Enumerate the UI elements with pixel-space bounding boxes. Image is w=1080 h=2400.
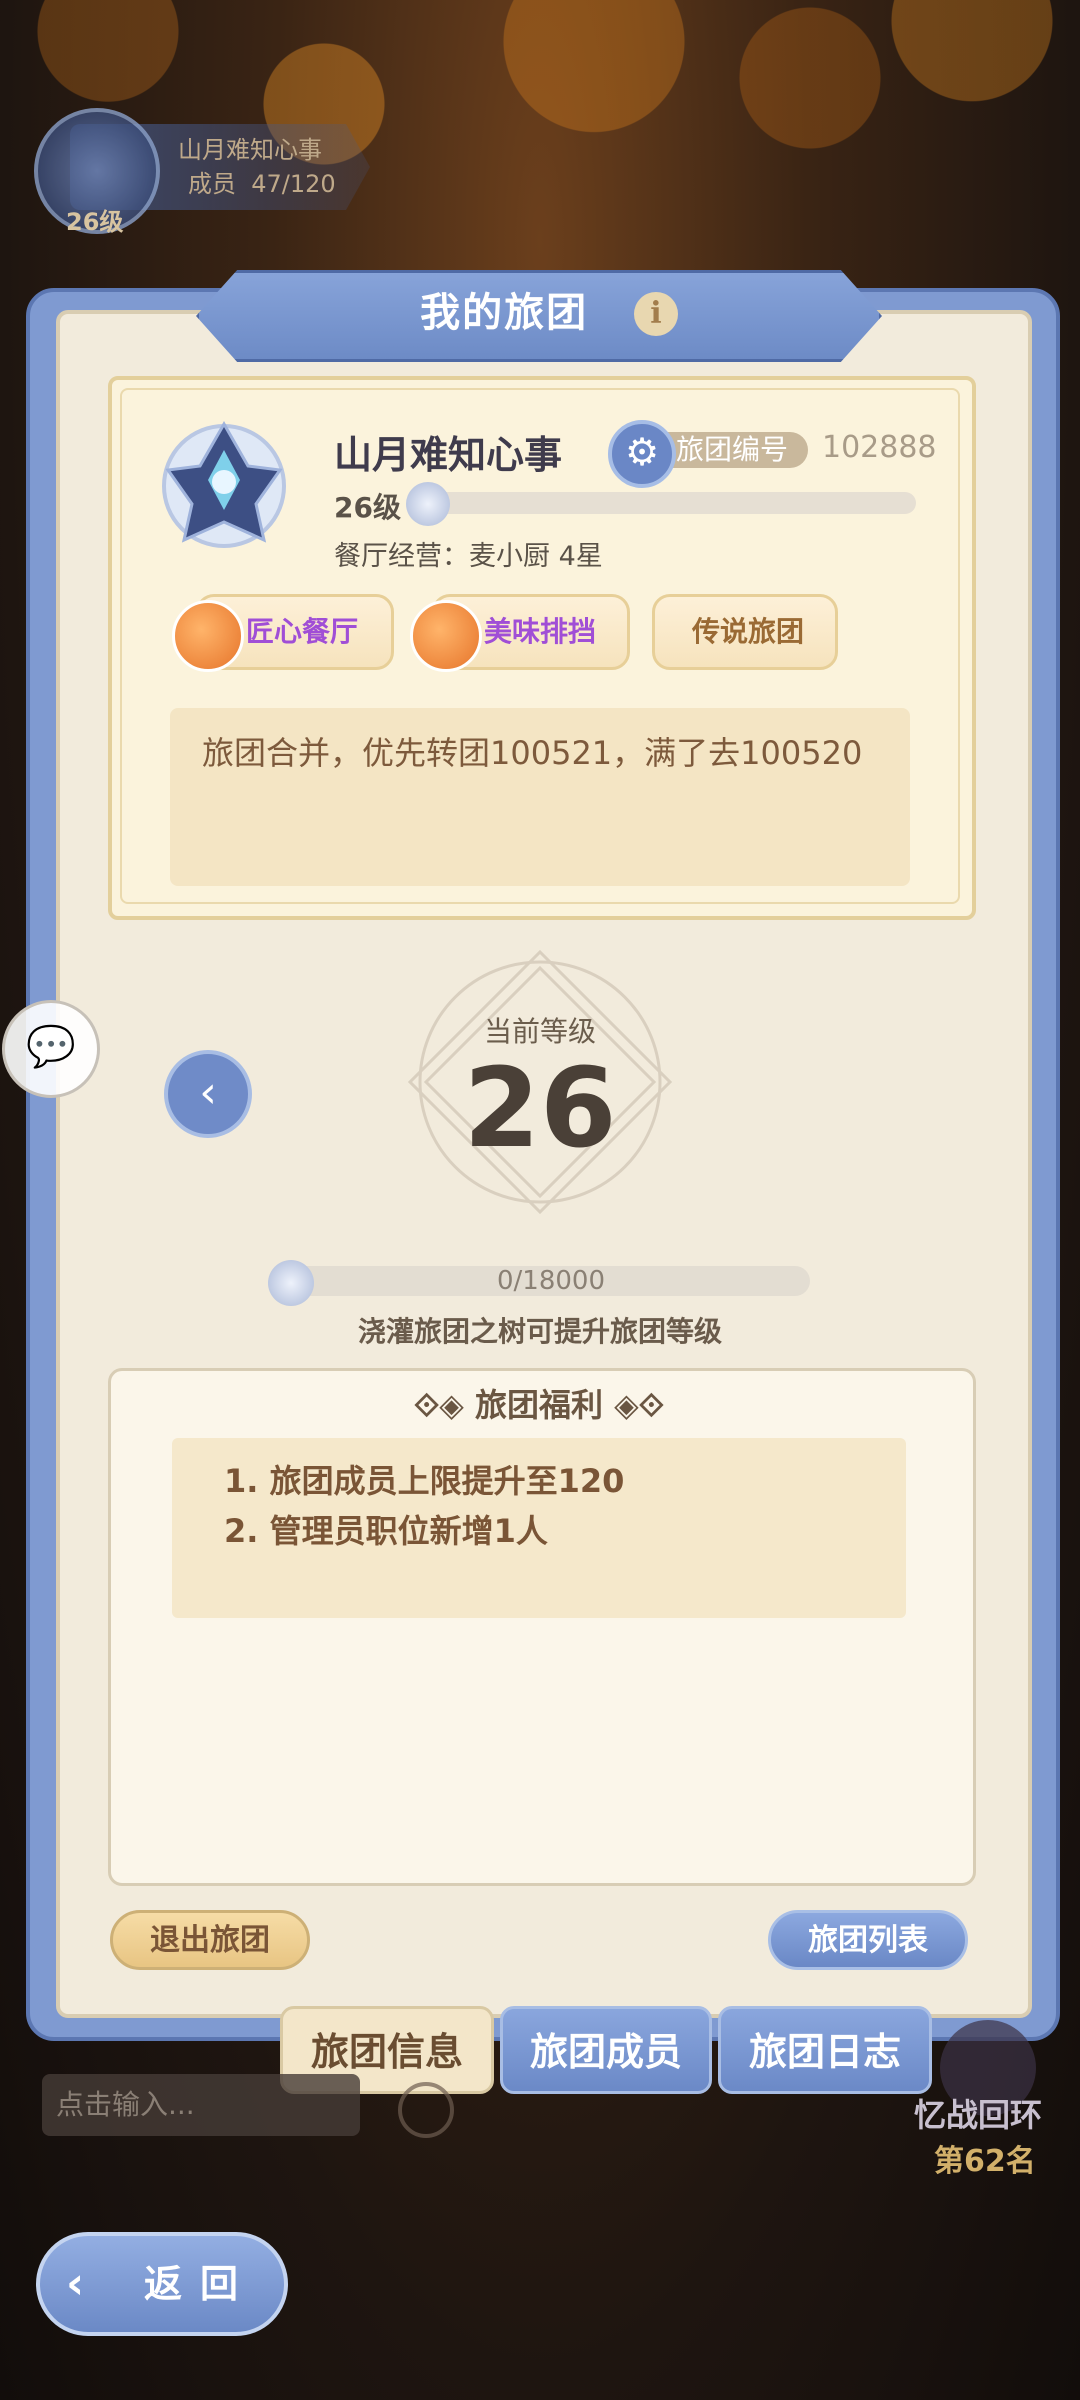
back-button[interactable]: ‹ 返回: [36, 2232, 288, 2336]
guild-level-label: 26级: [334, 491, 401, 524]
hud-members-value: 47/120: [251, 170, 336, 198]
fox-mascot-icon: [410, 600, 482, 672]
guild-level-progress: [410, 492, 916, 514]
restaurant-info: 餐厅经营：麦小厨 4星: [334, 541, 603, 572]
chat-input[interactable]: 点击输入...: [42, 2074, 360, 2136]
back-label: 返回: [144, 2262, 257, 2306]
tab-guild-log[interactable]: 旅团日志: [718, 2006, 932, 2094]
hud-guild-name: 山月难知心事: [178, 136, 322, 164]
benefits-title-ornament: ⟐◈: [414, 1386, 475, 1424]
panel-title-label: 我的旅团: [420, 290, 589, 336]
hud-members-label: 成员: [188, 170, 236, 198]
exp-hint: 浇灌旅团之树可提升旅团等级: [357, 1315, 722, 1348]
guild-tag-label: 传说旅团: [692, 615, 805, 648]
quit-guild-button[interactable]: 退出旅团: [110, 1910, 310, 1970]
chat-bubble-icon[interactable]: 💬: [2, 1000, 100, 1098]
info-icon[interactable]: i: [634, 292, 678, 336]
guild-tag-label: 美味排挡: [484, 615, 597, 648]
benefits-title: ⟐◈ 旅团福利 ◈⟐: [108, 1380, 970, 1426]
crown-icon: [406, 482, 450, 526]
benefits-title-ornament: ◈⟐: [603, 1386, 664, 1424]
previous-level-button[interactable]: ‹: [164, 1050, 252, 1138]
benefit-item: 2. 管理员职位新增1人: [224, 1512, 548, 1550]
guild-hud[interactable]: 山月难知心事 成员 47/120 26级: [10, 108, 370, 236]
guild-list-button[interactable]: 旅团列表: [768, 1910, 968, 1970]
guild-notice: 旅团合并，优先转团100521，满了去100520: [202, 734, 863, 772]
benefit-item: 1. 旅团成员上限提升至120: [224, 1462, 625, 1500]
hud-level: 26级: [66, 208, 124, 236]
guild-name: 山月难知心事: [334, 433, 563, 477]
back-arrow-icon: ‹: [66, 2258, 85, 2309]
gear-icon[interactable]: ⚙: [608, 420, 676, 488]
panel-title: 我的旅团: [196, 270, 876, 356]
mode-name: 忆战回环: [914, 2096, 1043, 2134]
current-level-value: 26: [463, 1044, 617, 1172]
guild-exp-text: 0/18000: [496, 1266, 605, 1296]
tab-guild-members[interactable]: 旅团成员: [500, 2006, 712, 2094]
mode-rank: 第62名: [934, 2144, 1036, 2179]
guild-id-value: 102888: [822, 430, 937, 465]
benefits-title-label: 旅团福利: [474, 1386, 603, 1424]
hud-members: 成员 47/120: [188, 164, 336, 199]
guild-emblem-icon: [162, 420, 286, 548]
fox-mascot-icon: [172, 600, 244, 672]
emoji-icon[interactable]: [398, 2082, 454, 2138]
guild-tag-label: 匠心餐厅: [246, 615, 359, 648]
